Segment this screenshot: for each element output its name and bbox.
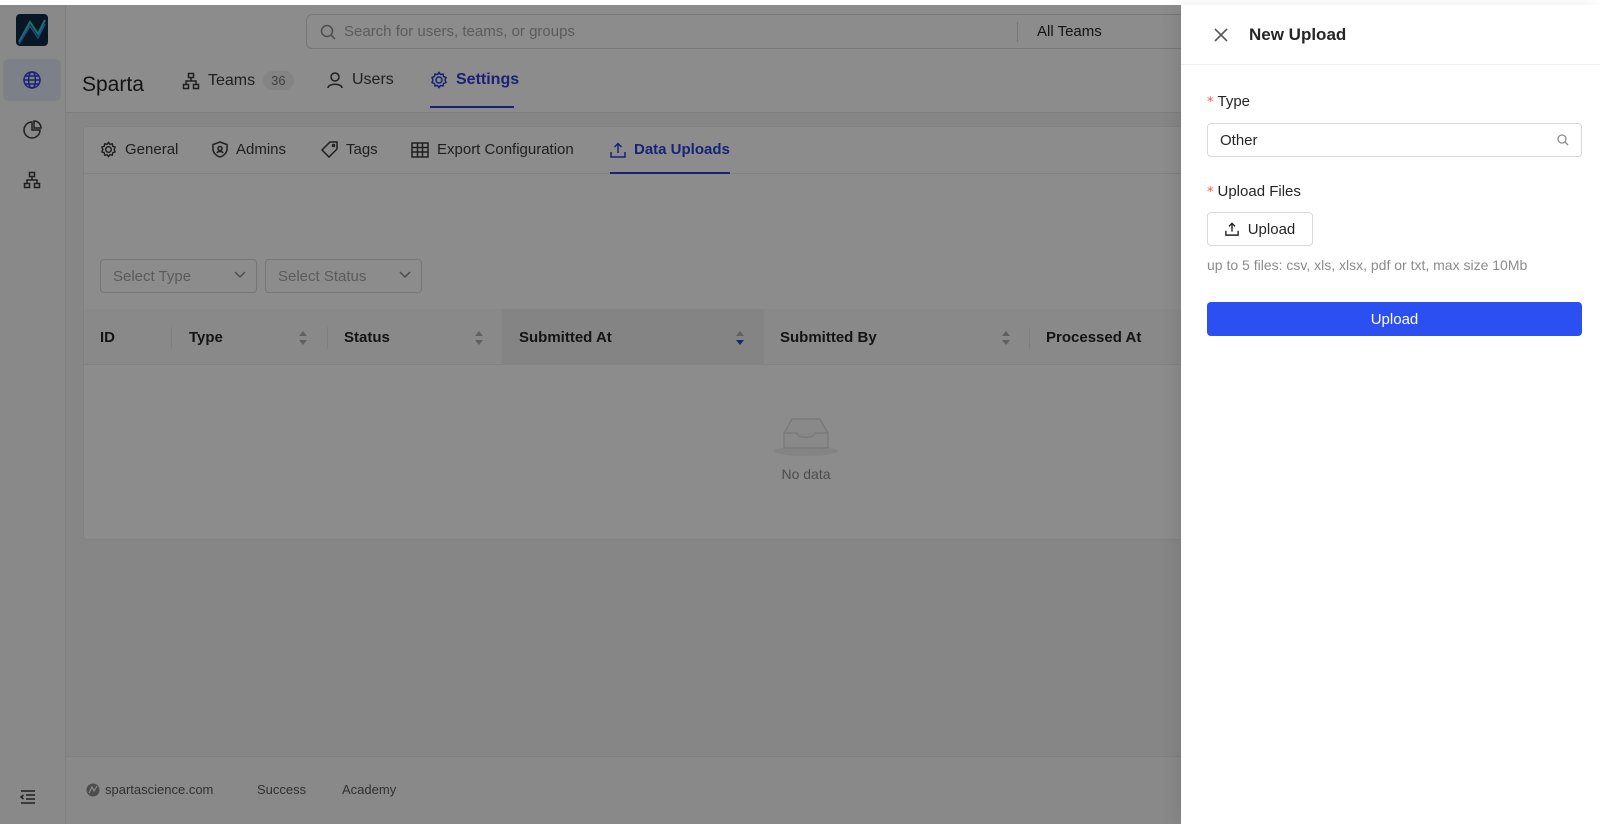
type-label-text: Type: [1217, 93, 1251, 110]
upload-files-field-label: * Upload Files: [1207, 183, 1301, 200]
type-select-value: Other: [1220, 131, 1258, 149]
drawer-title: New Upload: [1249, 25, 1347, 44]
type-field-label: * Type: [1207, 93, 1250, 110]
submit-upload-button[interactable]: Upload: [1207, 302, 1582, 336]
required-mark: *: [1207, 185, 1214, 200]
upload-files-label-text: Upload Files: [1217, 183, 1301, 200]
choose-files-button[interactable]: Upload: [1207, 212, 1313, 246]
search-icon: [1557, 134, 1569, 146]
close-icon[interactable]: [1212, 26, 1230, 44]
required-mark: *: [1207, 95, 1214, 110]
upload-hint: up to 5 files: csv, xls, xlsx, pdf or tx…: [1207, 257, 1528, 273]
choose-files-button-label: Upload: [1247, 220, 1296, 238]
type-select[interactable]: Other: [1207, 123, 1582, 157]
drawer-header: New Upload: [1181, 5, 1600, 65]
upload-icon: [1224, 222, 1239, 236]
new-upload-drawer: New Upload * Type Other * Upload Files Upl…: [1181, 5, 1600, 824]
